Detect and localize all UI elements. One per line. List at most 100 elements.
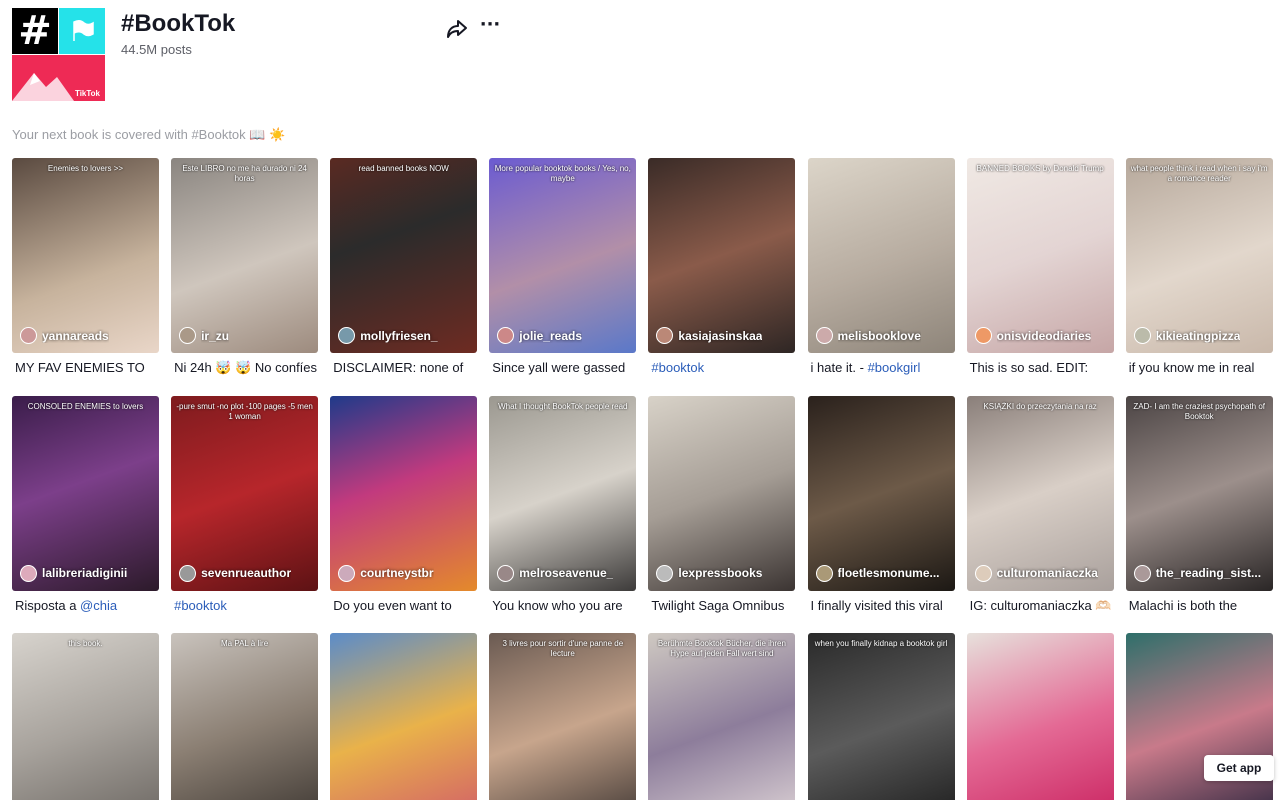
video-thumbnail[interactable] (330, 633, 478, 800)
video-card[interactable]: -pure smut -no plot -100 pages -5 men 1 … (171, 395, 319, 615)
video-thumbnail[interactable]: read banned books NOW mollyfriesen_ (330, 158, 478, 353)
get-app-button[interactable]: Get app (1204, 755, 1274, 781)
video-card[interactable]: Este LIBRO no me ha durado ni 24 horas ir… (171, 158, 319, 377)
video-card[interactable]: More popular booktok books / Yes, no, ma… (489, 158, 637, 377)
video-thumbnail[interactable] (966, 633, 1114, 800)
video-caption[interactable]: Do you even want to (330, 598, 477, 615)
video-caption[interactable]: Ni 24h 🤯 🤯 No confíes (171, 360, 318, 377)
video-card[interactable] (330, 633, 478, 800)
video-card[interactable]: lexpressbooks Twilight Saga Omnibus (648, 395, 796, 615)
video-author[interactable]: floetlesmonume... (815, 564, 952, 582)
video-thumbnail[interactable]: what people think i read when i say i'm … (1125, 158, 1273, 353)
video-thumbnail[interactable]: Berühmte Booktok Bücher, die ihren Hype … (648, 633, 796, 800)
video-caption[interactable]: DISCLAIMER: none of (330, 360, 477, 377)
video-card[interactable]: 3 livres pour sortir d'une panne de lect… (489, 633, 637, 800)
video-thumbnail[interactable]: melisbooklove (807, 158, 955, 353)
video-caption[interactable]: Malachi is both the (1126, 598, 1273, 615)
video-author[interactable]: the_reading_sist... (1133, 564, 1270, 582)
video-caption[interactable]: #booktok (171, 598, 318, 615)
video-thumbnail[interactable]: ZAD- I am the craziest psychopath of Boo… (1125, 395, 1273, 591)
video-card[interactable]: Ma PAL à lire (171, 633, 319, 800)
video-author[interactable]: sevenrueauthor (179, 564, 315, 582)
post-count: 44.5M posts (121, 42, 192, 57)
video-caption[interactable]: Risposta a @chia (12, 598, 159, 615)
video-card[interactable]: floetlesmonume... I finally visited this … (807, 395, 955, 615)
avatar (497, 327, 515, 344)
video-author[interactable]: jolie_reads (497, 327, 633, 344)
video-author[interactable]: ir_zu (179, 327, 315, 344)
video-card[interactable]: What I thought BookTok people read melros… (489, 395, 637, 615)
thumbnail-overlay-text: Este LIBRO no me ha durado ni 24 horas (182, 164, 307, 183)
video-caption[interactable]: I finally visited this viral (808, 598, 955, 615)
thumbnail-overlay-text: Enemies to lovers >> (47, 164, 124, 173)
video-thumbnail[interactable]: -pure smut -no plot -100 pages -5 men 1 … (171, 395, 319, 591)
video-thumbnail[interactable]: More popular booktok books / Yes, no, ma… (489, 158, 637, 353)
video-card[interactable]: this book. (12, 633, 159, 800)
video-card[interactable]: CONSOLED ENEMIES to lovers lalibreriadigi… (12, 395, 159, 615)
video-author[interactable]: melroseavenue_ (497, 564, 633, 582)
video-thumbnail[interactable]: CONSOLED ENEMIES to lovers lalibreriadigi… (12, 395, 159, 591)
video-author[interactable]: onisvideodiaries (974, 327, 1111, 344)
video-caption[interactable]: Twilight Saga Omnibus (648, 598, 795, 615)
video-thumbnail[interactable]: when you finally kidnap a booktok girl (807, 633, 955, 800)
video-author[interactable]: yannareads (20, 327, 156, 344)
avatar (1133, 327, 1151, 344)
video-thumbnail[interactable]: Ma PAL à lire (171, 633, 319, 800)
avatar (338, 564, 356, 582)
video-card[interactable]: Enemies to lovers >> yannareads MY FAV ENE… (12, 158, 159, 377)
video-caption[interactable]: #booktok (648, 360, 795, 377)
video-caption[interactable]: This is so sad. EDIT: (967, 360, 1114, 377)
video-card[interactable]: what people think i read when i say i'm … (1125, 158, 1273, 377)
video-thumbnail[interactable]: kasiajasinskaa (648, 158, 796, 353)
thumbnail-overlay-text: Ma PAL à lire (221, 639, 269, 648)
video-thumbnail[interactable]: BANNED BOOKS by Donald Trump onisvideodia… (966, 158, 1114, 353)
video-card[interactable]: BANNED BOOKS by Donald Trump onisvideodia… (966, 158, 1114, 377)
video-card[interactable] (966, 633, 1114, 800)
video-card[interactable]: when you finally kidnap a booktok girl (807, 633, 955, 800)
video-thumbnail[interactable]: floetlesmonume... (807, 395, 955, 591)
video-thumbnail[interactable]: What I thought BookTok people read melros… (489, 395, 637, 591)
video-caption[interactable]: i hate it. - #bookgirl (808, 360, 955, 377)
video-card[interactable]: Berühmte Booktok Bücher, die ihren Hype … (648, 633, 796, 800)
video-card[interactable]: kasiajasinskaa #booktok (648, 158, 796, 377)
username: culturomaniaczka (996, 566, 1098, 580)
video-caption[interactable]: MY FAV ENEMIES TO (12, 360, 159, 377)
video-author[interactable]: lexpressbooks (656, 564, 792, 582)
avatar (338, 327, 356, 344)
video-thumbnail[interactable]: KSIĄŻKI do przeczytania na raz culturoman… (966, 395, 1114, 591)
hashtag-logo: # TikTok (12, 8, 105, 101)
avatar (656, 327, 674, 344)
video-thumbnail[interactable]: Enemies to lovers >> yannareads (12, 158, 159, 353)
avatar (20, 327, 37, 344)
video-author[interactable]: mollyfriesen_ (338, 327, 474, 344)
thumbnail-overlay-text: More popular booktok books / Yes, no, ma… (494, 164, 631, 183)
avatar (497, 564, 515, 582)
video-caption[interactable]: Since yall were gassed (489, 360, 636, 377)
video-author[interactable]: culturomaniaczka (974, 564, 1111, 582)
video-author[interactable]: kasiajasinskaa (656, 327, 792, 344)
video-thumbnail[interactable]: 3 livres pour sortir d'une panne de lect… (489, 633, 637, 800)
video-author[interactable]: courtneystbr (338, 564, 474, 582)
username: jolie_reads (519, 328, 582, 343)
avatar (179, 327, 197, 344)
video-author[interactable]: lalibreriadiginii (20, 564, 156, 582)
video-thumbnail[interactable]: Este LIBRO no me ha durado ni 24 horas ir… (171, 158, 319, 353)
share-button[interactable] (446, 18, 468, 40)
video-thumbnail[interactable]: lexpressbooks (648, 395, 796, 591)
video-card[interactable]: courtneystbr Do you even want to (330, 395, 478, 615)
video-thumbnail[interactable]: this book. (12, 633, 159, 800)
avatar (974, 564, 992, 582)
video-card[interactable]: ZAD- I am the craziest psychopath of Boo… (1125, 395, 1273, 615)
video-author[interactable]: melisbooklove (815, 327, 952, 344)
video-card[interactable]: read banned books NOW mollyfriesen_ DISCLA… (330, 158, 478, 377)
video-card[interactable]: melisbooklove i hate it. - #bookgirl (807, 158, 955, 377)
thumbnail-overlay-text: BANNED BOOKS by Donald Trump (976, 164, 1104, 173)
video-caption[interactable]: IG: culturomaniaczka 🫶🏻 (967, 598, 1114, 615)
more-options-button[interactable]: ··· (478, 16, 502, 40)
video-caption[interactable]: You know who you are (489, 598, 636, 615)
video-thumbnail[interactable]: courtneystbr (330, 395, 478, 591)
thumbnail-overlay-text: what people think i read when i say i'm … (1130, 164, 1268, 183)
video-caption[interactable]: if you know me in real (1126, 360, 1273, 377)
video-author[interactable]: kikieatingpizza (1133, 327, 1270, 344)
video-card[interactable]: KSIĄŻKI do przeczytania na raz culturoman… (966, 395, 1114, 615)
